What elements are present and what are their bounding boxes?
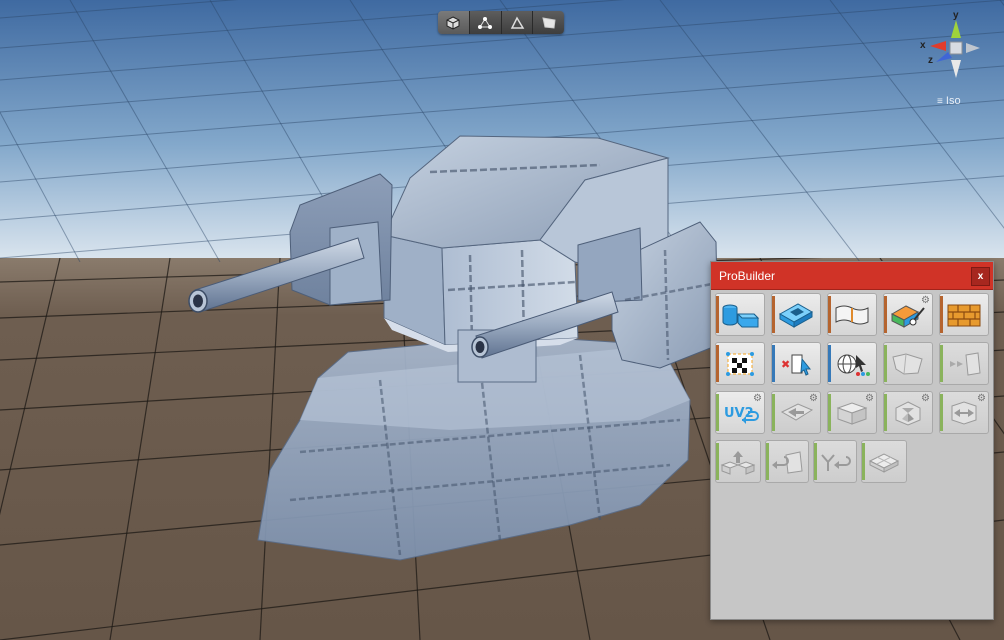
merge-arrow-icon <box>821 453 851 471</box>
gear-icon: ⚙ <box>921 393 930 404</box>
mirror-button[interactable]: ⚙ <box>939 391 989 434</box>
object-mode-button[interactable] <box>438 11 470 34</box>
arrows-face-icon <box>950 351 981 376</box>
material-editor-button[interactable] <box>827 293 877 336</box>
triangulate-button[interactable] <box>861 440 907 483</box>
grow-selection-button[interactable] <box>939 342 989 385</box>
probuilder-title: ProBuilder <box>719 269 776 283</box>
axis-x-label: x <box>920 40 926 51</box>
menu-lines-icon: ≡ <box>937 96 943 107</box>
probuilder-window: ProBuilder x ⚙ ✖ ⚙ UV2 ⚙ ⚙ ⚙ ⚙ <box>710 261 994 620</box>
globe-select-icon <box>837 354 870 376</box>
material-editor-icon <box>835 305 869 324</box>
uv2-label: UV2 <box>724 406 754 421</box>
uv-editor-icon <box>726 351 754 376</box>
cube-flat-icon <box>868 452 900 473</box>
vertex-colors-button[interactable]: ⚙ <box>883 293 933 336</box>
arrow-face-icon <box>772 450 803 474</box>
gear-icon: ⚙ <box>753 393 762 404</box>
gear-icon: ⚙ <box>865 393 874 404</box>
gear-icon: ⚙ <box>977 393 986 404</box>
uv-editor-button[interactable] <box>715 342 765 385</box>
toggle-handle-button[interactable]: ✖ <box>771 342 821 385</box>
center-pivot-button[interactable]: ⚙ <box>883 391 933 434</box>
select-by-color-button[interactable] <box>827 342 877 385</box>
axis-y-label: y <box>953 10 959 21</box>
shape-button-disabled[interactable] <box>883 342 933 385</box>
projection-label: Iso <box>945 95 961 107</box>
extrude-button[interactable]: ⚙ <box>827 391 877 434</box>
merge-objects-button[interactable] <box>813 440 857 483</box>
cube-icon <box>446 15 460 30</box>
probuilder-titlebar[interactable]: ProBuilder x <box>711 262 993 290</box>
conform-normals-button[interactable] <box>765 440 809 483</box>
vertex-mode-button[interactable] <box>469 11 502 34</box>
edge-icon <box>510 15 525 29</box>
selection-mode-toolbar <box>438 11 564 34</box>
close-icon: x <box>977 271 984 282</box>
new-shape-button[interactable] <box>715 293 765 336</box>
vertex-icon <box>478 16 493 29</box>
poly-shape-icon <box>778 302 814 328</box>
gear-icon: ⚙ <box>809 393 818 404</box>
svg-text:✖: ✖ <box>781 358 790 371</box>
axis-gizmo-icon <box>930 20 980 78</box>
smoothing-button[interactable] <box>939 293 989 336</box>
export-button[interactable] <box>715 440 761 483</box>
new-shape-icon <box>722 304 760 327</box>
paper-shape-icon <box>892 352 923 375</box>
face-icon <box>541 16 556 29</box>
boxes-up-icon <box>720 450 756 475</box>
close-button[interactable]: x <box>971 267 990 286</box>
brick-wall-icon <box>947 304 981 326</box>
flip-normals-button[interactable]: ⚙ <box>771 391 821 434</box>
edge-mode-button[interactable] <box>501 11 534 34</box>
axis-z-label: z <box>928 55 933 66</box>
gear-icon: ⚙ <box>921 295 930 306</box>
handle-cursor-icon: ✖ <box>781 354 812 376</box>
lightmap-uvs-button[interactable]: ⚙ UV2 <box>715 391 765 434</box>
face-mode-button[interactable] <box>533 11 564 34</box>
new-poly-shape-button[interactable] <box>771 293 821 336</box>
projection-toggle[interactable]: ≡ Iso <box>937 95 961 107</box>
